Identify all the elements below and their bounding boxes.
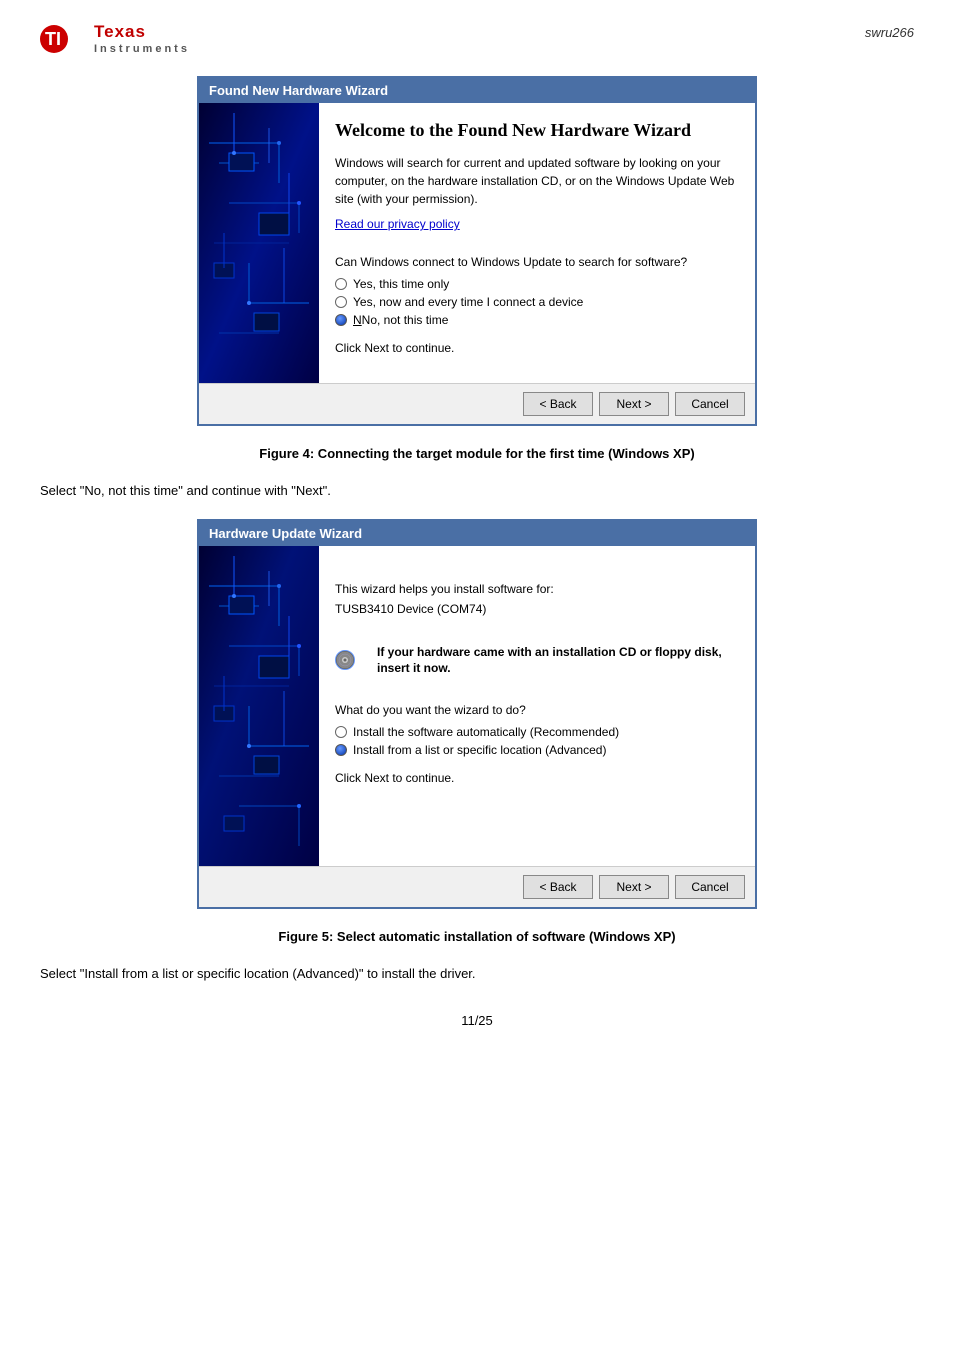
figure2-caption: Figure 5: Select automatic installation … xyxy=(40,929,914,944)
wizard1-heading: Welcome to the Found New Hardware Wizard xyxy=(335,119,739,142)
radio-yes-always[interactable]: Yes, now and every time I connect a devi… xyxy=(335,295,739,309)
wizard1-cancel-button[interactable]: Cancel xyxy=(675,392,745,416)
wizard2-image-panel xyxy=(199,546,319,866)
wizard2-cancel-button[interactable]: Cancel xyxy=(675,875,745,899)
wizard1-back-button[interactable]: < Back xyxy=(523,392,593,416)
wizard1-image-panel xyxy=(199,103,319,383)
wizard2-buttons: < Back Next > Cancel xyxy=(199,866,755,907)
found-new-hardware-wizard: Found New Hardware Wizard xyxy=(197,76,757,426)
cd-insert-box: If your hardware came with an installati… xyxy=(335,640,739,682)
ti-logo-icon: TI xyxy=(40,20,86,58)
privacy-policy-link[interactable]: Read our privacy policy xyxy=(335,217,460,231)
radio-list-circle-selected[interactable] xyxy=(335,744,347,756)
cd-insert-text: If your hardware came with an installati… xyxy=(377,644,739,678)
radio-install-auto[interactable]: Install the software automatically (Reco… xyxy=(335,725,739,739)
radio-no-selected-circle[interactable] xyxy=(335,314,347,326)
logo-texas-label: Texas xyxy=(94,22,190,42)
wizard1-titlebar: Found New Hardware Wizard xyxy=(199,78,755,103)
wizard2-titlebar: Hardware Update Wizard xyxy=(199,521,755,546)
wizard1-buttons: < Back Next > Cancel xyxy=(199,383,755,424)
radio-yes-always-label: Yes, now and every time I connect a devi… xyxy=(353,295,583,309)
wizard1-question: Can Windows connect to Windows Update to… xyxy=(335,255,739,269)
cd-icon xyxy=(335,646,367,674)
wizard2-footer: Click Next to continue. xyxy=(335,771,739,785)
hardware-update-wizard: Hardware Update Wizard xyxy=(197,519,757,909)
radio-auto-circle[interactable] xyxy=(335,726,347,738)
wizard2-question: What do you want the wizard to do? xyxy=(335,703,739,717)
instruction1-text: Select "No, not this time" and continue … xyxy=(40,481,914,501)
radio-yes-once[interactable]: Yes, this time only xyxy=(335,277,739,291)
wizard1-body: Welcome to the Found New Hardware Wizard… xyxy=(199,103,755,383)
logo-text: Texas Instruments xyxy=(94,22,190,56)
instruction2-text: Select "Install from a list or specific … xyxy=(40,964,914,984)
figure1-caption: Figure 4: Connecting the target module f… xyxy=(40,446,914,461)
wizard2-content: This wizard helps you install software f… xyxy=(319,546,755,866)
wizard1-next-button[interactable]: Next > xyxy=(599,392,669,416)
circuit-decoration-2 xyxy=(199,546,319,866)
svg-text:TI: TI xyxy=(45,29,61,49)
wizard2-radio-group: Install the software automatically (Reco… xyxy=(335,725,739,757)
wizard2-title-label: Hardware Update Wizard xyxy=(209,526,362,541)
wizard2-body: This wizard helps you install software f… xyxy=(199,546,755,866)
radio-yes-once-label: Yes, this time only xyxy=(353,277,449,291)
wizard1-content: Welcome to the Found New Hardware Wizard… xyxy=(319,103,755,383)
radio-no-label: NNo, not this time xyxy=(353,313,448,327)
wizard2-desc: This wizard helps you install software f… xyxy=(335,582,739,596)
page-header: TI Texas Instruments swru266 xyxy=(40,20,914,58)
logo-instruments-label: Instruments xyxy=(94,43,190,56)
document-id: swru266 xyxy=(865,25,914,40)
radio-yes-once-circle[interactable] xyxy=(335,278,347,290)
wizard1-title-label: Found New Hardware Wizard xyxy=(209,83,388,98)
circuit-decoration xyxy=(199,103,319,383)
radio-yes-always-circle[interactable] xyxy=(335,296,347,308)
wizard2-back-button[interactable]: < Back xyxy=(523,875,593,899)
wizard1-desc: Windows will search for current and upda… xyxy=(335,154,739,208)
page-number: 11/25 xyxy=(40,1013,914,1028)
wizard2-device: TUSB3410 Device (COM74) xyxy=(335,602,739,616)
wizard2-next-button[interactable]: Next > xyxy=(599,875,669,899)
wizard1-radio-group: Yes, this time only Yes, now and every t… xyxy=(335,277,739,327)
logo-area: TI Texas Instruments xyxy=(40,20,190,58)
radio-install-list[interactable]: Install from a list or specific location… xyxy=(335,743,739,757)
wizard1-footer: Click Next to continue. xyxy=(335,341,739,355)
radio-no-this-time[interactable]: NNo, not this time xyxy=(335,313,739,327)
radio-list-label: Install from a list or specific location… xyxy=(353,743,606,757)
radio-auto-label: Install the software automatically (Reco… xyxy=(353,725,619,739)
